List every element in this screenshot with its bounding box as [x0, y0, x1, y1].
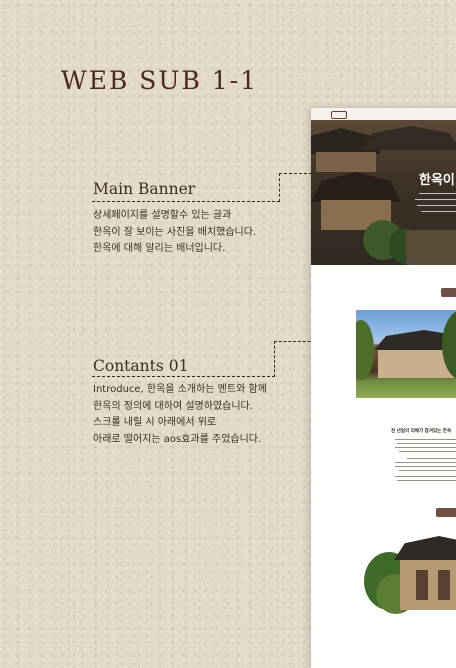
page-mockup: 한옥이 천 년일의 리베가 참겨있는 한옥	[311, 108, 456, 668]
content-text-line	[399, 470, 456, 471]
description-line: 한옥이 잘 보이는 사진을 배치했습니다.	[93, 226, 257, 238]
section-badge	[436, 508, 456, 517]
banner-title: 한옥이	[419, 173, 455, 188]
section-badge	[441, 288, 456, 297]
section-description-main-banner: 상세페이지를 설명할수 있는 글과 한옥이 잘 보이는 사진을 배치했습니다. …	[93, 208, 256, 258]
content-text-line	[407, 458, 456, 459]
tree-shape	[356, 320, 374, 380]
content-text-line	[395, 466, 456, 467]
content-text-line	[395, 462, 456, 463]
roof-shape	[361, 126, 456, 150]
logo-icon	[331, 111, 347, 119]
section-heading-main-banner: Main Banner	[93, 180, 196, 198]
wall-shape	[316, 152, 376, 172]
hanok-photo	[356, 310, 456, 398]
description-line: 스크롤 내릴 시 아래에서 위로	[93, 417, 217, 428]
content-text-line	[399, 451, 456, 452]
connector-line-contents-vertical	[274, 341, 275, 377]
content-text-line	[397, 480, 456, 481]
door-shape	[416, 570, 428, 600]
content-text-line	[395, 476, 456, 477]
banner-text-line	[415, 199, 456, 200]
content-text-line	[395, 439, 456, 440]
wall-shape	[406, 230, 456, 265]
hanok-photo	[356, 530, 456, 625]
description-line: 한옥에 대해 알리는 배너입니다.	[93, 243, 226, 254]
roof-shape	[394, 536, 456, 560]
banner-text-line	[421, 211, 456, 212]
connector-line-main-banner-vertical	[279, 173, 280, 202]
mockup-header	[311, 108, 456, 120]
description-line: 아래로 떨어지는 aos효과를 주었습니다.	[93, 433, 262, 445]
description-line: Introduce, 한옥을 소개하는 멘트와 함께	[93, 384, 267, 395]
banner-text-line	[417, 205, 456, 206]
description-line: 상세페이지를 설명할수 있는 글과	[93, 210, 232, 221]
roof-shape	[311, 172, 401, 202]
content-heading: 천 년일의 리베가 참겨있는 한옥	[391, 429, 452, 434]
section-heading-contents-01: Contants 01	[93, 357, 189, 375]
door-shape	[438, 570, 450, 600]
connector-line-main-banner	[92, 201, 280, 202]
banner-text-line	[419, 193, 456, 194]
content-text-line	[397, 443, 456, 444]
page-title: WEB SUB 1-1	[61, 66, 259, 95]
content-text-line	[395, 447, 456, 448]
description-line: 한옥의 정의에 대하여 설명하였습니다.	[93, 400, 253, 412]
mockup-main-banner: 한옥이	[311, 120, 456, 265]
section-description-contents-01: Introduce, 한옥을 소개하는 멘트와 함께 한옥의 정의에 대하여 설…	[93, 382, 267, 448]
connector-line-contents	[92, 376, 275, 377]
